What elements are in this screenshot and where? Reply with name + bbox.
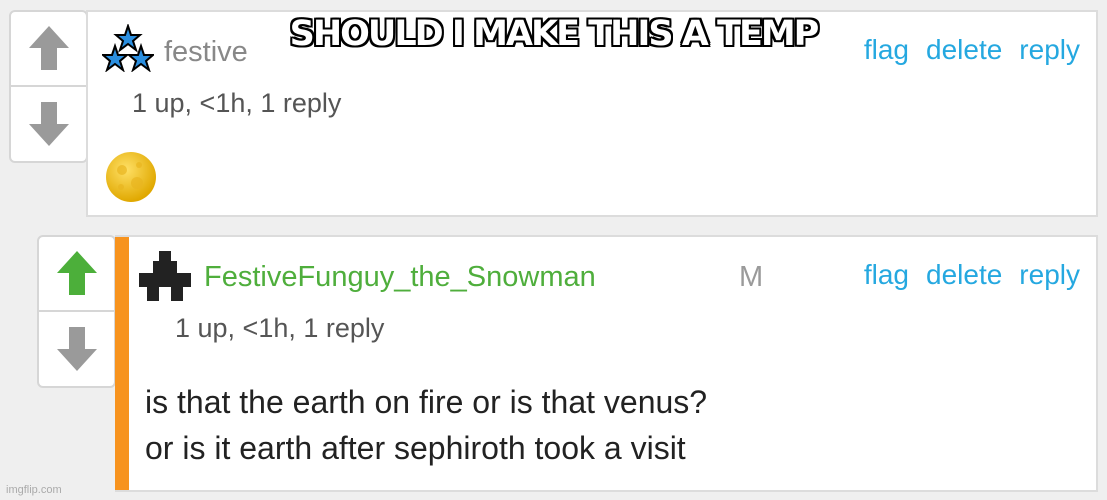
comment1-vote-box [9, 10, 88, 163]
downvote-button[interactable] [39, 312, 114, 387]
flag-link[interactable]: flag [864, 34, 909, 66]
moon-emoji [106, 152, 156, 202]
arrow-down-icon [28, 101, 69, 146]
comment2-body: is that the earth on fire or is that ven… [145, 379, 707, 471]
delete-link[interactable]: delete [926, 34, 1002, 66]
mod-badge: M [739, 261, 764, 293]
arrow-down-icon [56, 326, 97, 371]
arrow-up-icon [56, 251, 97, 296]
three-stars-icon [102, 24, 154, 72]
reply-link[interactable]: reply [1019, 259, 1080, 291]
comment2-vote-box [37, 235, 116, 388]
flag-link[interactable]: flag [864, 259, 909, 291]
comment-line: or is it earth after sephiroth took a vi… [145, 430, 686, 466]
comment2-card: FestiveFunguy_the_Snowman M flag delete … [115, 235, 1098, 492]
comment2-username[interactable]: FestiveFunguy_the_Snowman [204, 261, 596, 294]
comment-line: is that the earth on fire or is that ven… [145, 384, 708, 420]
comment2-meta: 1 up, <1h, 1 reply [175, 313, 385, 343]
comment1-actions: flag delete reply [864, 34, 1080, 66]
reply-link[interactable]: reply [1019, 34, 1080, 66]
delete-link[interactable]: delete [926, 259, 1002, 291]
reply-indicator-bar [115, 237, 129, 490]
downvote-button[interactable] [11, 87, 86, 162]
watermark: imgflip.com [6, 484, 62, 496]
comment2-actions: flag delete reply [864, 259, 1080, 291]
comment1-username[interactable]: festive [164, 36, 248, 69]
arrow-up-icon [28, 26, 69, 71]
comment1-meta: 1 up, <1h, 1 reply [132, 88, 342, 118]
comment1-card: festive flag delete reply 1 up, <1h, 1 r… [86, 10, 1098, 217]
black-tree-icon [139, 251, 191, 301]
upvote-button[interactable] [39, 237, 114, 312]
upvote-button[interactable] [11, 12, 86, 87]
